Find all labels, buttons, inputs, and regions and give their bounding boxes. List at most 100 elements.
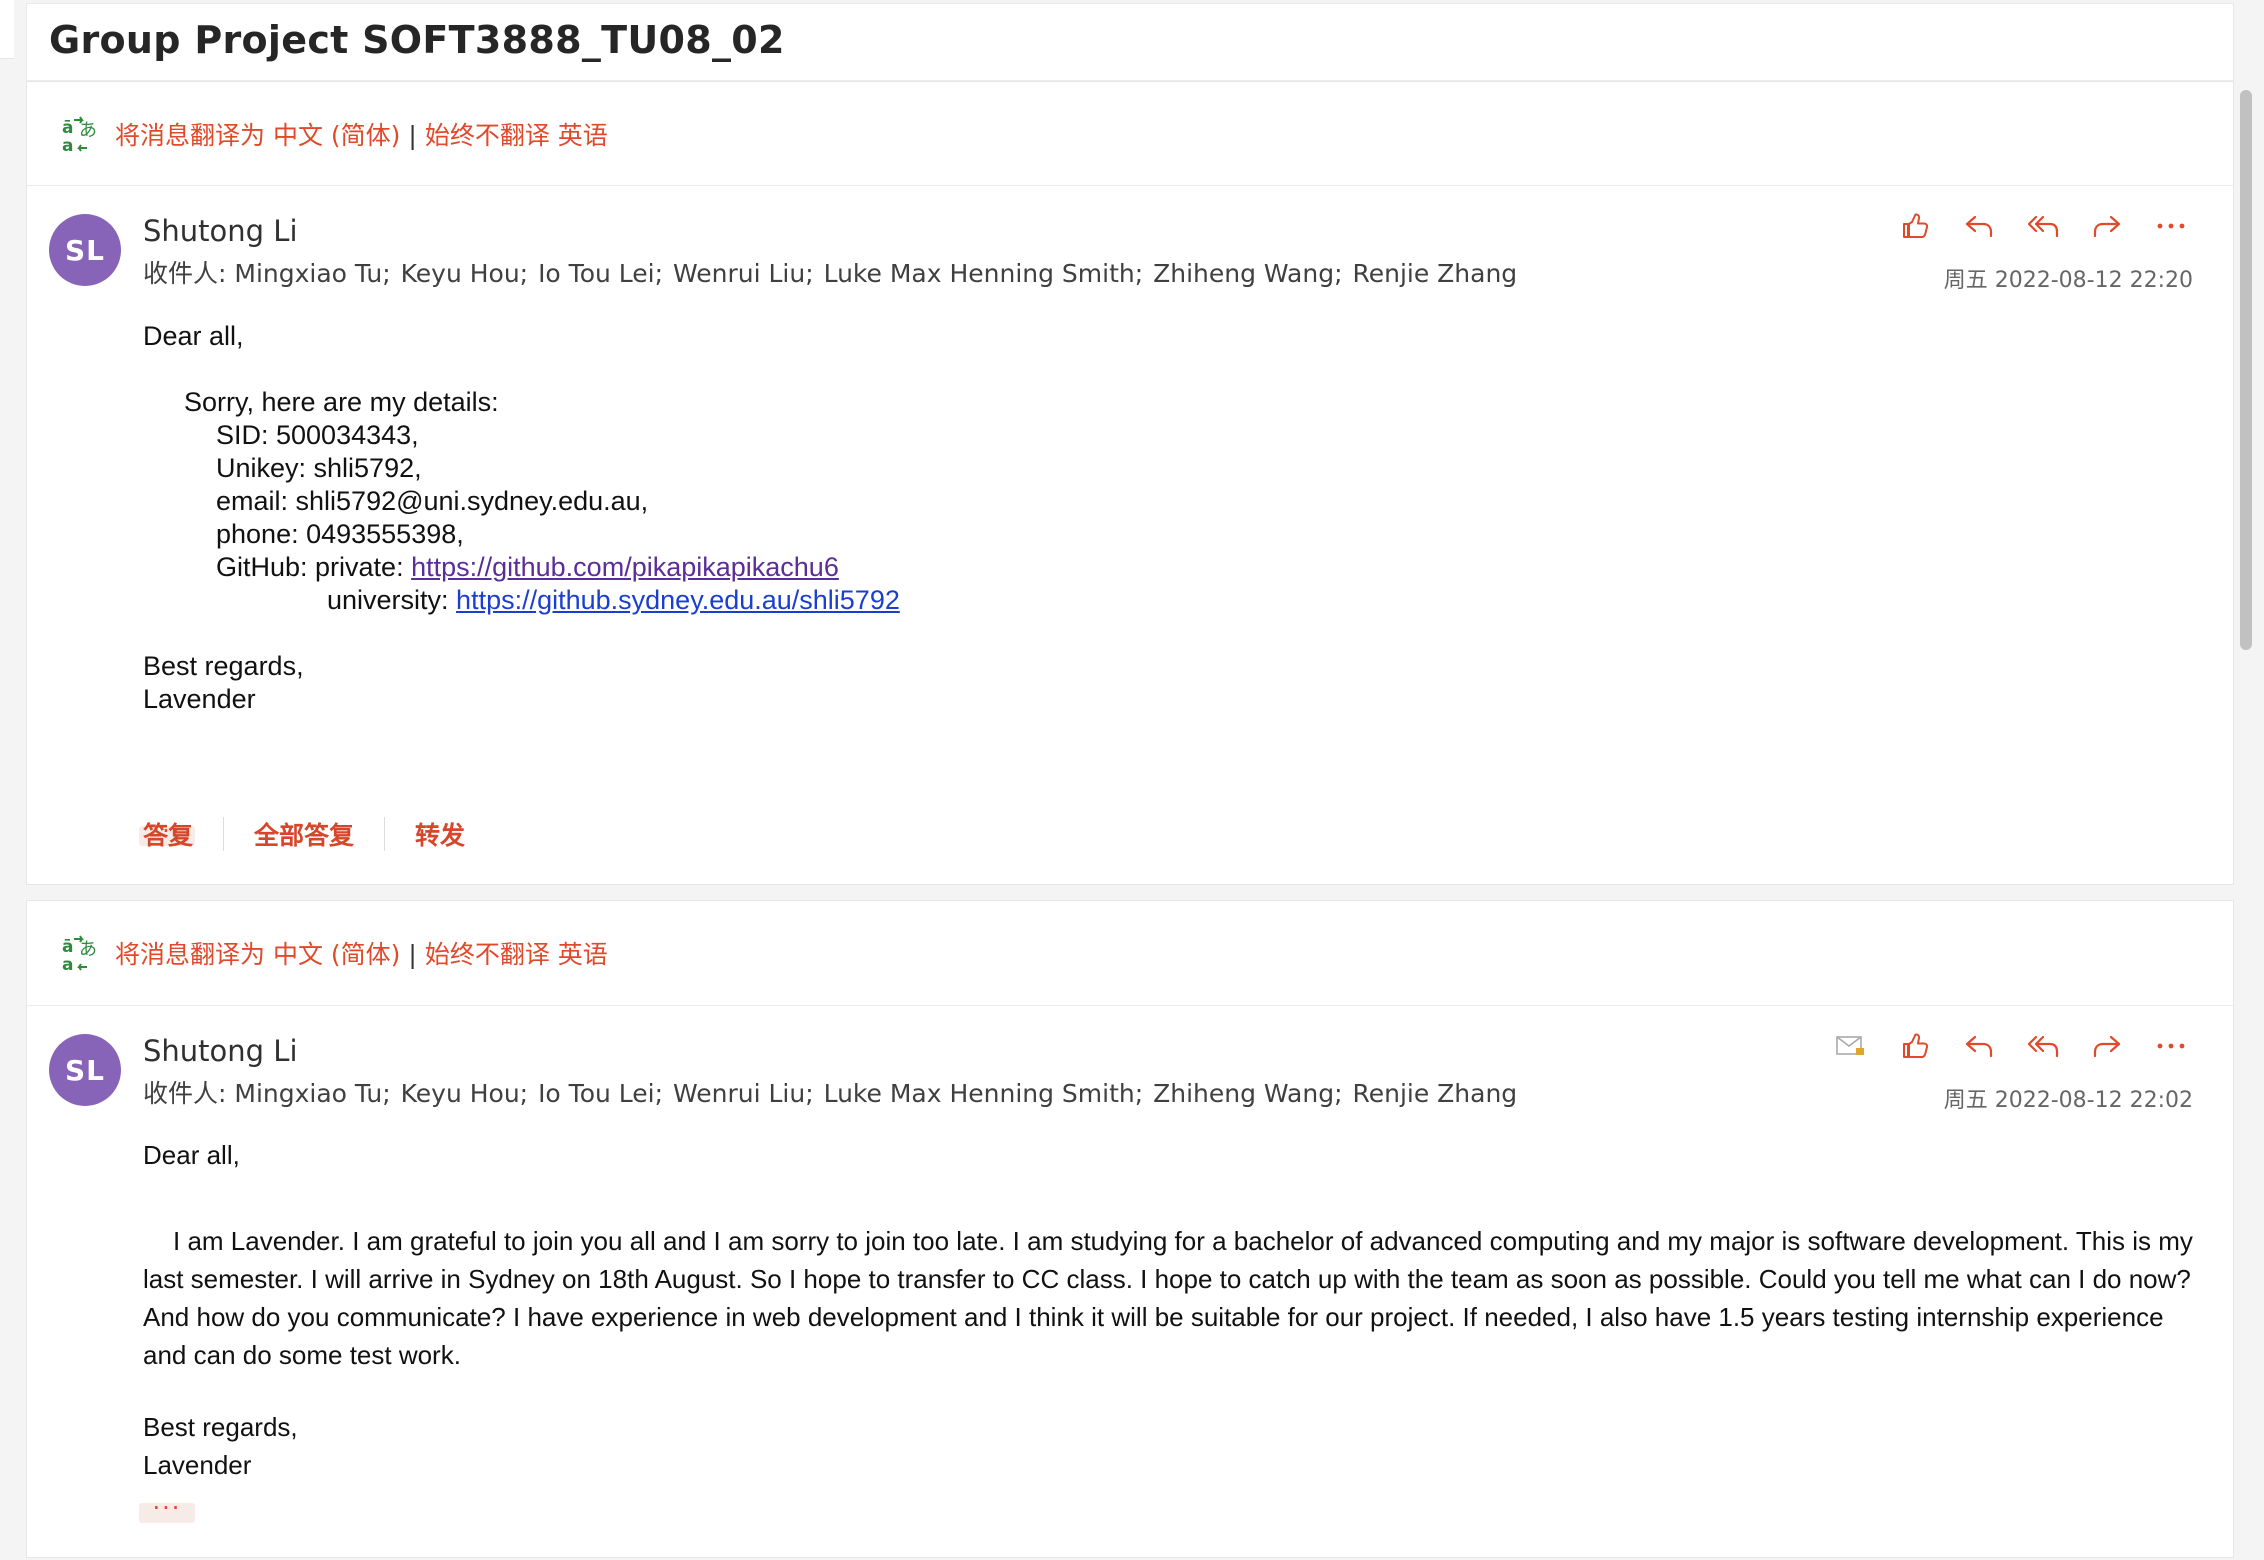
message-date: 周五 2022-08-12 22:02 xyxy=(1943,1088,2193,1113)
forward-icon xyxy=(2093,1035,2121,1058)
reply-all-icon xyxy=(2027,215,2059,238)
svg-text:a: a xyxy=(62,955,73,973)
left-pane-edge xyxy=(0,0,14,59)
avatar[interactable]: SL xyxy=(49,1034,121,1106)
more-icon xyxy=(2157,223,2185,229)
signature: Lavender xyxy=(143,684,256,714)
reading-pane: Group Project SOFT3888_TU08_02 ā a あ 将消息… xyxy=(0,0,2264,1560)
sender-name[interactable]: Shutong Li xyxy=(143,1034,298,1068)
recipient[interactable]: Mingxiao Tu; xyxy=(234,259,390,288)
translate-separator: | xyxy=(408,121,417,150)
more-icon xyxy=(2157,1043,2185,1049)
translate-bar: ā a あ 将消息翻译为 中文 (简体) | 始终不翻译 英语 xyxy=(27,82,2233,186)
svg-text:ā: ā xyxy=(62,937,73,957)
svg-text:ā: ā xyxy=(62,118,73,138)
reply-icon-button[interactable] xyxy=(1947,204,2011,248)
thumbs-up-icon xyxy=(1903,213,1929,238)
reply-all-icon-button[interactable] xyxy=(2011,204,2075,248)
reply-icon-button[interactable] xyxy=(1947,1024,2011,1068)
greeting: Dear all, xyxy=(143,321,244,351)
message-body: Dear all, I am Lavender. I am grateful t… xyxy=(143,1136,2193,1484)
thumbs-up-icon xyxy=(1903,1033,1929,1058)
show-more-button[interactable]: ··· xyxy=(139,1496,195,1523)
subject-header: Group Project SOFT3888_TU08_02 xyxy=(26,3,2234,81)
signature: Lavender xyxy=(143,1450,252,1480)
greeting: Dear all, xyxy=(143,1140,240,1170)
translate-icon: ā a あ xyxy=(62,935,97,973)
forward-icon-button[interactable] xyxy=(2075,204,2139,248)
divider xyxy=(223,817,225,851)
avatar[interactable]: SL xyxy=(49,214,121,286)
message-actions xyxy=(1883,204,2203,248)
github-private-label: GitHub: private: xyxy=(216,552,412,582)
translate-message-link[interactable]: 将消息翻译为 中文 (简体) xyxy=(115,940,400,969)
never-translate-link[interactable]: 始终不翻译 英语 xyxy=(425,940,608,969)
forward-icon-button[interactable] xyxy=(2075,1024,2139,1068)
body-line: email: shli5792@uni.sydney.edu.au, xyxy=(216,486,649,516)
recipient[interactable]: Wenrui Liu; xyxy=(673,1079,814,1108)
recipient[interactable]: Luke Max Henning Smith; xyxy=(824,1079,1144,1108)
closing: Best regards, xyxy=(143,1412,298,1442)
body-line: phone: 0493555398, xyxy=(216,519,464,549)
reply-all-icon xyxy=(2027,1035,2059,1058)
reply-all-icon-button[interactable] xyxy=(2011,1024,2075,1068)
recipient[interactable]: Renjie Zhang xyxy=(1352,259,1517,288)
svg-text:あ: あ xyxy=(79,939,97,960)
reply-icon xyxy=(1965,1035,1993,1058)
unread-status-button[interactable] xyxy=(1819,1024,1883,1068)
recipient[interactable]: Io Tou Lei; xyxy=(538,1079,663,1108)
translate-separator: | xyxy=(408,940,417,969)
reply-button[interactable]: 答复 xyxy=(143,816,193,852)
recipient[interactable]: Keyu Hou; xyxy=(401,259,528,288)
message-card-1: ā a あ 将消息翻译为 中文 (简体) | 始终不翻译 英语 SL Shutong… xyxy=(26,81,2234,885)
recipient[interactable]: Renjie Zhang xyxy=(1352,1079,1517,1108)
scrollbar-thumb[interactable] xyxy=(2240,90,2252,650)
github-private-link[interactable]: https://github.com/pikapikapikachu6 xyxy=(411,552,839,582)
recipients-line: 收件人: Mingxiao Tu; Keyu Hou; Io Tou Lei; … xyxy=(143,254,1519,290)
translate-options: 将消息翻译为 中文 (简体) | 始终不翻译 英语 xyxy=(115,116,608,152)
github-uni-label: university: xyxy=(327,585,457,615)
body-line: Unikey: shli5792, xyxy=(216,453,422,483)
recipient[interactable]: Luke Max Henning Smith; xyxy=(824,259,1144,288)
body-line: Sorry, here are my details: xyxy=(184,387,499,417)
recipients-label: 收件人: xyxy=(143,1079,227,1108)
message-body: Dear all, Sorry, here are my details: SI… xyxy=(143,320,900,716)
message-date: 周五 2022-08-12 22:20 xyxy=(1943,268,2193,293)
translate-icon: ā a あ xyxy=(62,116,97,154)
message-card-2: ā a あ 将消息翻译为 中文 (简体) | 始终不翻译 英语 SL Shutong… xyxy=(26,900,2234,1558)
recipient[interactable]: Keyu Hou; xyxy=(401,1079,528,1108)
more-actions-button[interactable] xyxy=(2139,204,2203,248)
github-uni-link[interactable]: https://github.sydney.edu.au/shli5792 xyxy=(456,585,900,615)
recipients-label: 收件人: xyxy=(143,259,227,288)
recipient[interactable]: Mingxiao Tu; xyxy=(234,1079,390,1108)
body-line: university: https://github.sydney.edu.au… xyxy=(143,584,900,617)
recipient[interactable]: Wenrui Liu; xyxy=(673,259,814,288)
translate-options: 将消息翻译为 中文 (简体) | 始终不翻译 英语 xyxy=(115,935,608,971)
like-button[interactable] xyxy=(1883,204,1947,248)
recipient[interactable]: Zhiheng Wang; xyxy=(1153,259,1342,288)
closing: Best regards, xyxy=(143,651,304,681)
recipients-line: 收件人: Mingxiao Tu; Keyu Hou; Io Tou Lei; … xyxy=(143,1074,1519,1110)
reply-links: 答复 全部答复 转发 xyxy=(143,814,465,854)
translate-message-link[interactable]: 将消息翻译为 中文 (简体) xyxy=(115,121,400,150)
body-paragraph: I am Lavender. I am grateful to join you… xyxy=(143,1226,2193,1370)
never-translate-link[interactable]: 始终不翻译 英语 xyxy=(425,121,608,150)
recipient[interactable]: Zhiheng Wang; xyxy=(1153,1079,1342,1108)
forward-button[interactable]: 转发 xyxy=(415,816,465,852)
reply-icon xyxy=(1965,215,1993,238)
more-actions-button[interactable] xyxy=(2139,1024,2203,1068)
translate-bar: ā a あ 将消息翻译为 中文 (简体) | 始终不翻译 英语 xyxy=(27,901,2233,1006)
like-button[interactable] xyxy=(1883,1024,1947,1068)
body-line: SID: 500034343, xyxy=(216,420,419,450)
svg-text:あ: あ xyxy=(79,120,97,141)
body-line: GitHub: private: https://github.com/pika… xyxy=(143,551,900,584)
reply-all-button[interactable]: 全部答复 xyxy=(254,816,354,852)
envelope-lock-icon xyxy=(1836,1036,1864,1055)
message-actions xyxy=(1819,1024,2203,1068)
forward-icon xyxy=(2093,215,2121,238)
recipient[interactable]: Io Tou Lei; xyxy=(538,259,663,288)
divider xyxy=(384,817,386,851)
email-subject: Group Project SOFT3888_TU08_02 xyxy=(49,18,785,62)
svg-text:a: a xyxy=(62,136,73,154)
sender-name[interactable]: Shutong Li xyxy=(143,214,298,248)
